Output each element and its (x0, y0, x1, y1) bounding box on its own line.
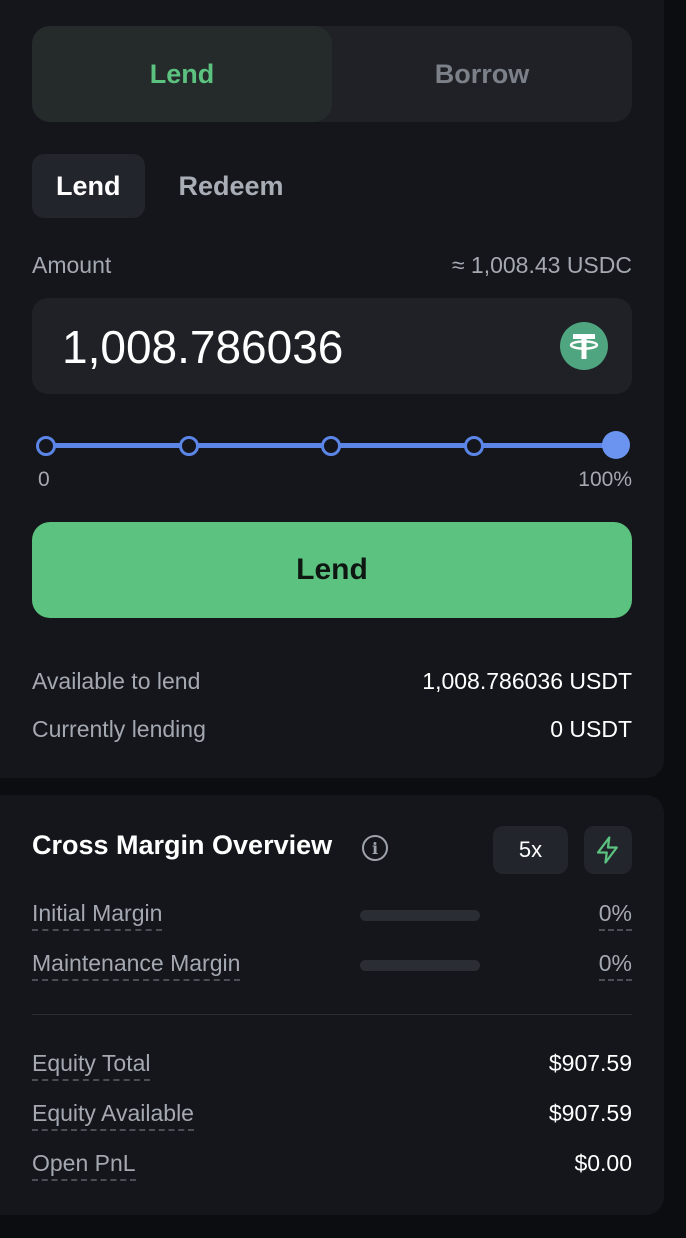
available-to-lend-value: 1,008.786036 USDT (422, 668, 632, 694)
tab-lend[interactable]: Lend (32, 154, 145, 218)
initial-margin-label[interactable]: Initial Margin (32, 900, 163, 931)
equity-total-row: Equity Total $907.59 (32, 1050, 632, 1084)
amount-header: Amount ≈ 1,008.43 USDC (32, 252, 632, 279)
open-pnl-label[interactable]: Open PnL (32, 1150, 136, 1181)
open-pnl-row: Open PnL $0.00 (32, 1150, 632, 1184)
slider-step-25[interactable] (179, 436, 199, 456)
mode-lend-button[interactable]: Lend (32, 26, 332, 122)
sub-tabs: Lend Redeem (32, 154, 308, 218)
open-pnl-value: $0.00 (574, 1150, 632, 1176)
overview-title: Cross Margin Overview (32, 830, 333, 860)
mode-toggle: Lend Borrow (32, 26, 632, 122)
slider-labels: 0 100% (38, 468, 632, 492)
maintenance-margin-label[interactable]: Maintenance Margin (32, 950, 241, 981)
amount-conversion: ≈ 1,008.43 USDC (451, 252, 632, 278)
info-icon[interactable]: i (362, 835, 388, 861)
slider-max-label: 100% (578, 468, 632, 491)
leverage-button[interactable]: 5x (493, 826, 568, 874)
maintenance-margin-bar (360, 960, 480, 971)
divider (32, 1014, 632, 1015)
mode-borrow-button[interactable]: Borrow (332, 26, 632, 122)
tether-icon[interactable] (560, 322, 608, 370)
equity-total-label[interactable]: Equity Total (32, 1050, 151, 1081)
initial-margin-row: Initial Margin 0% (32, 900, 632, 934)
initial-margin-bar (360, 910, 480, 921)
equity-available-row: Equity Available $907.59 (32, 1100, 632, 1134)
tab-redeem[interactable]: Redeem (155, 154, 308, 218)
slider-handle[interactable] (602, 431, 630, 459)
equity-total-value: $907.59 (548, 1050, 632, 1076)
available-to-lend-label: Available to lend (32, 668, 201, 694)
slider-step-0[interactable] (36, 436, 56, 456)
amount-input-box (32, 298, 632, 394)
amount-slider[interactable] (36, 430, 630, 460)
amount-label: Amount (32, 252, 112, 278)
maintenance-margin-row: Maintenance Margin 0% (32, 950, 632, 984)
equity-available-label[interactable]: Equity Available (32, 1100, 194, 1131)
lightning-bolt-icon[interactable] (584, 826, 632, 874)
slider-min-label: 0 (38, 468, 50, 491)
equity-available-value: $907.59 (548, 1100, 632, 1126)
available-to-lend-row: Available to lend 1,008.786036 USDT (32, 668, 632, 695)
lend-submit-button[interactable]: Lend (32, 522, 632, 618)
currently-lending-value: 0 USDT (550, 716, 632, 742)
amount-input[interactable] (60, 316, 544, 378)
currently-lending-label: Currently lending (32, 716, 206, 742)
initial-margin-value: 0% (598, 900, 632, 931)
slider-step-50[interactable] (321, 436, 341, 456)
slider-step-75[interactable] (464, 436, 484, 456)
currently-lending-row: Currently lending 0 USDT (32, 716, 632, 743)
maintenance-margin-value: 0% (598, 950, 632, 981)
